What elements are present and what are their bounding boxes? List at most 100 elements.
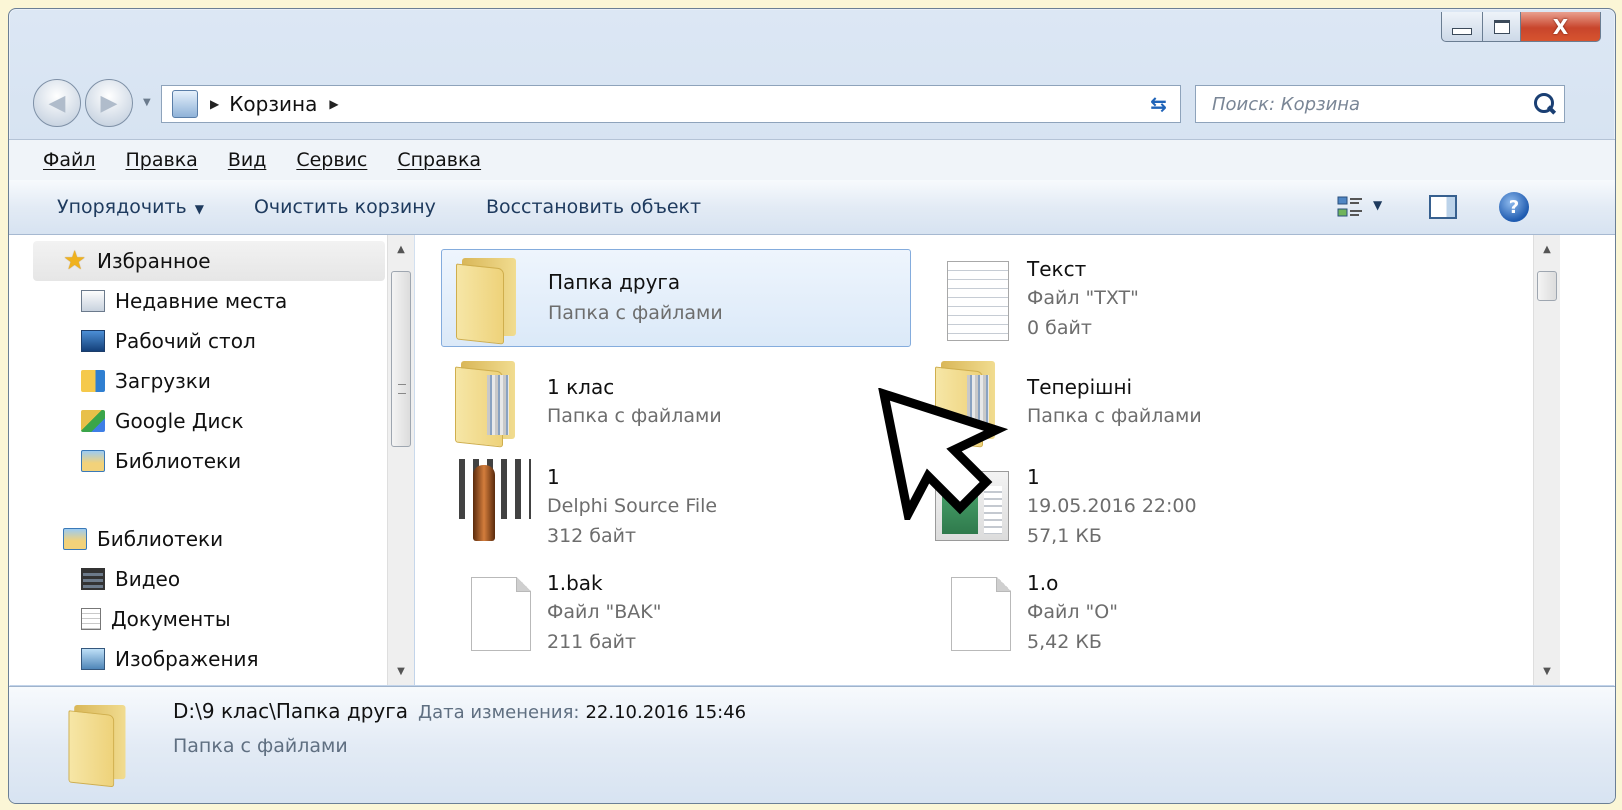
nav-desktop-label: Рабочий стол — [115, 329, 256, 353]
file-type: Файл "O" — [1027, 601, 1118, 623]
folder-icon — [455, 359, 515, 448]
nav-downloads-label: Загрузки — [115, 369, 211, 393]
scroll-down-icon[interactable]: ▼ — [388, 659, 414, 683]
nav-libraries-favorite[interactable]: Библиотеки — [81, 449, 241, 473]
file-size: 211 байт — [547, 631, 637, 653]
nav-documents[interactable]: Документы — [81, 607, 231, 631]
restore-item-button[interactable]: Восстановить объект — [486, 196, 701, 218]
scrollbar-thumb[interactable] — [391, 271, 411, 447]
folder-icon — [68, 703, 126, 788]
organize-button[interactable]: Упорядочить ▼ — [57, 196, 204, 218]
nav-libraries-label: Библиотеки — [97, 527, 224, 551]
recent-pages-dropdown[interactable]: ▼ — [143, 97, 151, 108]
refresh-icon: ⇆ — [1150, 92, 1167, 116]
close-button[interactable]: X — [1521, 12, 1601, 42]
details-path: D:\9 клас\Папка друга — [173, 699, 408, 723]
recent-places-icon — [81, 290, 105, 312]
file-item[interactable]: 1 Delphi Source File 312 байт — [441, 457, 911, 555]
file-size: 312 байт — [547, 525, 637, 547]
chevron-down-icon: ▼ — [194, 202, 204, 216]
help-icon[interactable]: ? — [1499, 192, 1529, 222]
file-item[interactable]: Текст Файл "TXT" 0 байт — [921, 249, 1391, 347]
delphi-icon — [455, 459, 531, 545]
view-options-dropdown-icon[interactable]: ▼ — [1373, 198, 1382, 212]
maximize-button[interactable] — [1483, 12, 1521, 42]
file-item[interactable]: 1.o Файл "O" 5,42 КБ — [921, 563, 1391, 661]
close-icon: X — [1552, 14, 1569, 39]
libraries-icon — [81, 450, 105, 472]
navigation-scrollbar[interactable]: ▲ ▼ — [387, 235, 414, 685]
file-type: Файл "TXT" — [1027, 287, 1139, 309]
nav-video[interactable]: Видео — [81, 567, 180, 591]
breadcrumb-recycle-bin[interactable]: Корзина — [229, 92, 317, 116]
refresh-button[interactable]: ⇆ — [1137, 85, 1181, 123]
text-file-icon — [947, 261, 1009, 341]
scroll-up-icon[interactable]: ▲ — [388, 237, 414, 261]
file-name: 1 — [1027, 465, 1040, 489]
details-type: Папка с файлами — [173, 735, 348, 757]
details-modified-value: 22.10.2016 15:46 — [585, 702, 747, 723]
navigation-pane: ★ Избранное Недавние места Рабочий стол З… — [9, 235, 414, 685]
nav-recent-places[interactable]: Недавние места — [81, 289, 287, 313]
details-pane: D:\9 клас\Папка друга Дата изменения: 22.1… — [9, 686, 1615, 803]
folder-icon — [456, 256, 516, 345]
breadcrumb-chevron-icon[interactable]: ▶ — [329, 97, 338, 111]
maximize-icon — [1493, 19, 1510, 34]
nav-recent-label: Недавние места — [115, 289, 288, 313]
desktop-icon — [81, 330, 105, 352]
file-size: 57,1 КБ — [1027, 525, 1102, 547]
scroll-down-icon[interactable]: ▼ — [1534, 659, 1560, 683]
nav-favorites[interactable]: ★ Избранное — [63, 246, 211, 276]
nav-libraries-fav-label: Библиотеки — [115, 449, 242, 473]
nav-google-drive[interactable]: Google Диск — [81, 409, 244, 433]
menu-view[interactable]: Вид — [228, 149, 267, 171]
search-icon[interactable] — [1534, 93, 1554, 113]
minimize-button[interactable] — [1441, 12, 1483, 42]
nav-images[interactable]: Изображения — [81, 647, 259, 671]
file-item[interactable]: 1.bak Файл "BAK" 211 байт — [441, 563, 911, 661]
breadcrumb-chevron-icon[interactable]: ▶ — [210, 97, 219, 111]
explorer-window: X ◀ ▶ ▼ ▶ Корзина ▶ ▼ ⇆ Файл Правка Вид … — [8, 8, 1616, 804]
command-bar: Упорядочить ▼ Очистить корзину Восстанови… — [9, 180, 1615, 235]
empty-recycle-bin-button[interactable]: Очистить корзину — [254, 196, 436, 218]
nav-documents-label: Документы — [111, 607, 231, 631]
search-input[interactable] — [1210, 92, 1514, 116]
minimize-icon — [1452, 28, 1472, 35]
file-list-scrollbar[interactable]: ▲ ▼ — [1533, 235, 1560, 685]
grip-icon — [398, 384, 406, 394]
nav-downloads[interactable]: Загрузки — [81, 369, 211, 393]
file-type: Папка с файлами — [547, 405, 722, 427]
video-library-icon — [81, 568, 105, 590]
menu-help[interactable]: Справка — [397, 149, 481, 171]
menu-file[interactable]: Файл — [43, 149, 96, 171]
file-item[interactable]: Папка друга Папка с файлами — [441, 249, 911, 347]
menu-tools[interactable]: Сервис — [296, 149, 367, 171]
file-name: 1.bak — [547, 571, 603, 595]
google-drive-icon — [81, 410, 105, 432]
menu-edit[interactable]: Правка — [126, 149, 198, 171]
star-icon: ★ — [63, 246, 87, 276]
file-name: 1 — [547, 465, 560, 489]
change-view-icon[interactable] — [1337, 195, 1363, 219]
forward-button[interactable]: ▶ — [85, 79, 133, 127]
file-name: Папка друга — [548, 270, 681, 294]
nav-desktop[interactable]: Рабочий стол — [81, 329, 256, 353]
back-button[interactable]: ◀ — [33, 79, 81, 127]
file-item[interactable]: 1 клас Папка с файлами — [441, 355, 911, 453]
scrollbar-thumb[interactable] — [1537, 271, 1557, 301]
file-list: Папка друга Папка с файлами Текст Файл "… — [415, 235, 1615, 685]
preview-pane-icon[interactable] — [1429, 195, 1457, 219]
address-bar[interactable]: ▶ Корзина ▶ ▼ — [161, 85, 1181, 123]
nav-libraries[interactable]: Библиотеки — [63, 527, 223, 551]
images-library-icon — [81, 648, 105, 670]
file-name: 1.o — [1027, 571, 1059, 595]
file-name: Текст — [1027, 257, 1087, 281]
file-date: 19.05.2016 22:00 — [1027, 495, 1197, 517]
libraries-icon — [63, 528, 87, 550]
nav-google-drive-label: Google Диск — [115, 409, 244, 433]
file-size: 0 байт — [1027, 317, 1092, 339]
mouse-pointer-icon — [878, 388, 1008, 520]
file-type: Папка с файлами — [1027, 405, 1202, 427]
search-box[interactable] — [1195, 85, 1565, 123]
scroll-up-icon[interactable]: ▲ — [1534, 237, 1560, 261]
